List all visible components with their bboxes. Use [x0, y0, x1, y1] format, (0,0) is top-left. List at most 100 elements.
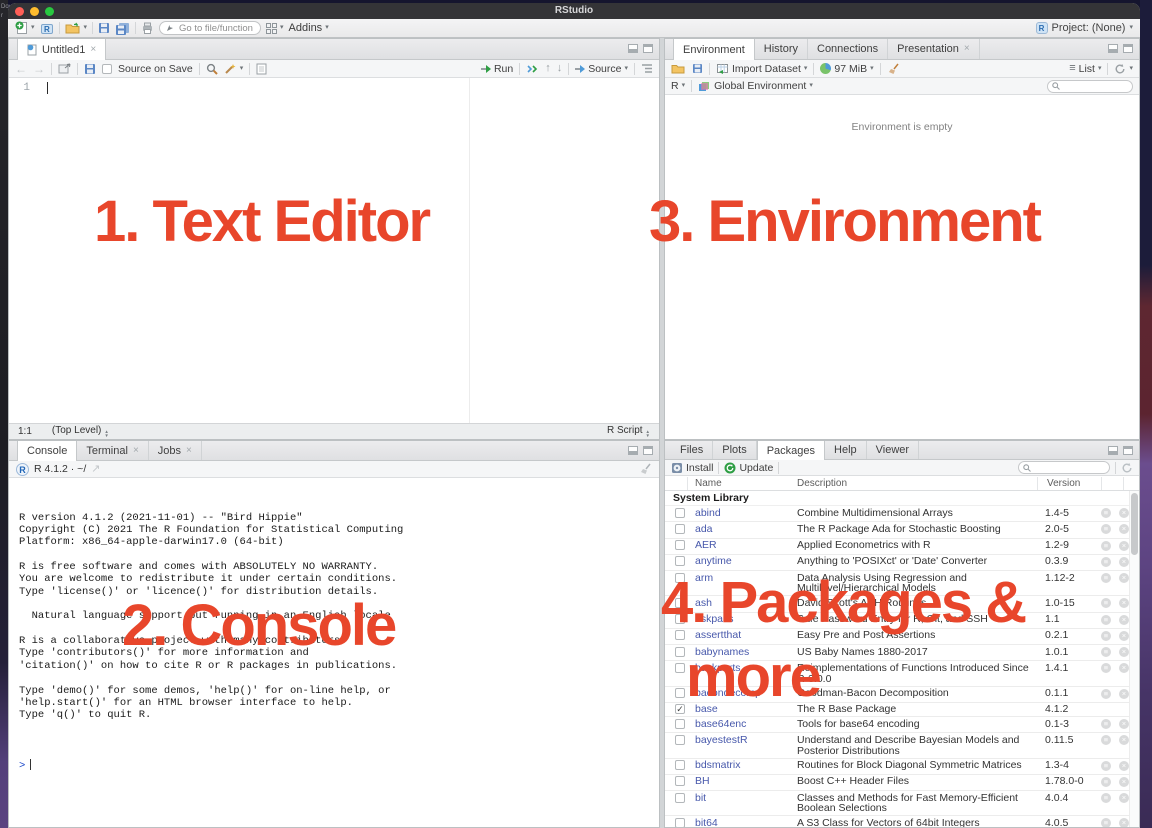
package-name-link[interactable]: bit64	[695, 818, 797, 827]
package-website-icon[interactable]: ≡	[1101, 524, 1111, 534]
go-to-previous-chunk-icon[interactable]: ↑	[545, 63, 551, 74]
package-website-icon[interactable]: ≡	[1101, 647, 1111, 657]
package-remove-icon[interactable]: ×	[1119, 777, 1129, 787]
code-tools-button[interactable]: ▾	[224, 63, 244, 75]
package-website-icon[interactable]: ≡	[1101, 689, 1111, 699]
package-checkbox[interactable]	[675, 524, 685, 534]
console-prompt-line[interactable]: >	[19, 759, 659, 771]
addins-button[interactable]: Addins ▾	[289, 22, 329, 34]
packages-scrollbar[interactable]	[1129, 491, 1139, 827]
compile-report-icon[interactable]	[256, 63, 267, 75]
package-name-link[interactable]: askpass	[695, 614, 797, 625]
package-name-link[interactable]: assertthat	[695, 630, 797, 641]
tab-connections[interactable]: Connections	[808, 39, 888, 59]
maximize-pane-icon[interactable]	[1123, 446, 1133, 455]
source-on-save-checkbox[interactable]	[102, 64, 112, 74]
package-checkbox[interactable]	[675, 508, 685, 518]
package-checkbox[interactable]	[675, 663, 685, 673]
load-workspace-icon[interactable]	[671, 63, 686, 74]
tab-jobs[interactable]: Jobs×	[149, 441, 202, 460]
package-remove-icon[interactable]: ×	[1119, 719, 1129, 729]
package-website-icon[interactable]: ≡	[1101, 615, 1111, 625]
package-name-link[interactable]: anytime	[695, 556, 797, 567]
package-website-icon[interactable]: ≡	[1101, 557, 1111, 567]
maximize-pane-icon[interactable]	[643, 44, 653, 53]
package-website-icon[interactable]: ≡	[1101, 777, 1111, 787]
tab-terminal[interactable]: Terminal×	[77, 441, 148, 460]
maximize-pane-icon[interactable]	[643, 446, 653, 455]
package-remove-icon[interactable]: ×	[1119, 647, 1129, 657]
package-remove-icon[interactable]: ×	[1119, 573, 1129, 583]
tab-help[interactable]: Help	[825, 441, 867, 459]
memory-usage-button[interactable]: 97 MiB ▾	[820, 63, 873, 75]
tab-plots[interactable]: Plots	[713, 441, 756, 459]
package-remove-icon[interactable]: ×	[1119, 615, 1129, 625]
minimize-pane-icon[interactable]	[628, 446, 638, 455]
project-menu-button[interactable]: R Project: (None) ▾	[1036, 22, 1134, 34]
close-icon[interactable]: ×	[90, 45, 96, 55]
package-checkbox[interactable]	[675, 630, 685, 640]
document-outline-icon[interactable]	[641, 63, 653, 74]
new-file-button[interactable]: ▾	[15, 21, 35, 35]
update-button[interactable]: Update	[724, 462, 773, 474]
package-remove-icon[interactable]: ×	[1119, 508, 1129, 518]
package-remove-icon[interactable]: ×	[1119, 557, 1129, 567]
console-output[interactable]: R version 4.1.2 (2021-11-01) -- "Bird Hi…	[9, 479, 659, 827]
goto-file-input[interactable]: Go to file/function	[159, 21, 261, 35]
package-website-icon[interactable]: ≡	[1101, 663, 1111, 673]
open-in-new-window-icon[interactable]	[58, 63, 71, 74]
package-name-link[interactable]: bacondecomp	[695, 688, 797, 699]
package-name-link[interactable]: backports	[695, 663, 797, 674]
tab-packages[interactable]: Packages	[757, 441, 825, 460]
package-name-link[interactable]: babynames	[695, 647, 797, 658]
package-remove-icon[interactable]: ×	[1119, 631, 1129, 641]
tab-environment[interactable]: Environment	[673, 39, 755, 60]
package-name-link[interactable]: ada	[695, 524, 797, 535]
minimize-pane-icon[interactable]	[628, 44, 638, 53]
find-replace-icon[interactable]	[206, 63, 218, 75]
column-header-version[interactable]: Version	[1047, 478, 1080, 489]
package-website-icon[interactable]: ≡	[1101, 735, 1111, 745]
list-view-button[interactable]: ≡ List ▾	[1069, 63, 1101, 75]
package-checkbox[interactable]	[675, 818, 685, 827]
save-workspace-icon[interactable]	[692, 63, 703, 74]
import-dataset-button[interactable]: Import Dataset ▾	[716, 63, 807, 75]
code-editor-area[interactable]: 1	[9, 78, 659, 423]
package-remove-icon[interactable]: ×	[1119, 793, 1129, 803]
package-name-link[interactable]: abind	[695, 508, 797, 519]
package-name-link[interactable]: bit	[695, 793, 797, 804]
package-remove-icon[interactable]: ×	[1119, 524, 1129, 534]
package-website-icon[interactable]: ≡	[1101, 818, 1111, 827]
open-in-new-icon[interactable]: ↗	[91, 464, 100, 475]
package-remove-icon[interactable]: ×	[1119, 689, 1129, 699]
save-all-button[interactable]	[115, 22, 130, 35]
package-name-link[interactable]: base	[695, 704, 797, 715]
new-project-button[interactable]: R	[40, 22, 54, 35]
environment-search-input[interactable]	[1047, 80, 1133, 93]
package-name-link[interactable]: bayestestR	[695, 735, 797, 746]
package-checkbox[interactable]: ✓	[675, 704, 685, 714]
close-icon[interactable]: ×	[133, 446, 139, 456]
package-remove-icon[interactable]: ×	[1119, 663, 1129, 673]
package-website-icon[interactable]: ≡	[1101, 573, 1111, 583]
package-name-link[interactable]: ash	[695, 598, 797, 609]
clear-objects-broom-icon[interactable]	[887, 63, 900, 75]
package-website-icon[interactable]: ≡	[1101, 598, 1111, 608]
package-remove-icon[interactable]: ×	[1119, 761, 1129, 771]
run-button[interactable]: Run	[481, 63, 513, 75]
package-website-icon[interactable]: ≡	[1101, 508, 1111, 518]
package-remove-icon[interactable]: ×	[1119, 541, 1129, 551]
package-website-icon[interactable]: ≡	[1101, 719, 1111, 729]
package-name-link[interactable]: bdsmatrix	[695, 760, 797, 771]
print-button[interactable]	[141, 22, 154, 34]
tab-presentation[interactable]: Presentation×	[888, 39, 980, 59]
tab-untitled1[interactable]: Untitled1 ×	[17, 39, 106, 60]
tab-console[interactable]: Console	[17, 441, 77, 461]
rerun-button[interactable]	[526, 64, 539, 74]
package-checkbox[interactable]	[675, 760, 685, 770]
close-icon[interactable]: ×	[186, 446, 192, 456]
package-checkbox[interactable]	[675, 556, 685, 566]
package-checkbox[interactable]	[675, 647, 685, 657]
maximize-pane-icon[interactable]	[1123, 44, 1133, 53]
package-checkbox[interactable]	[675, 735, 685, 745]
